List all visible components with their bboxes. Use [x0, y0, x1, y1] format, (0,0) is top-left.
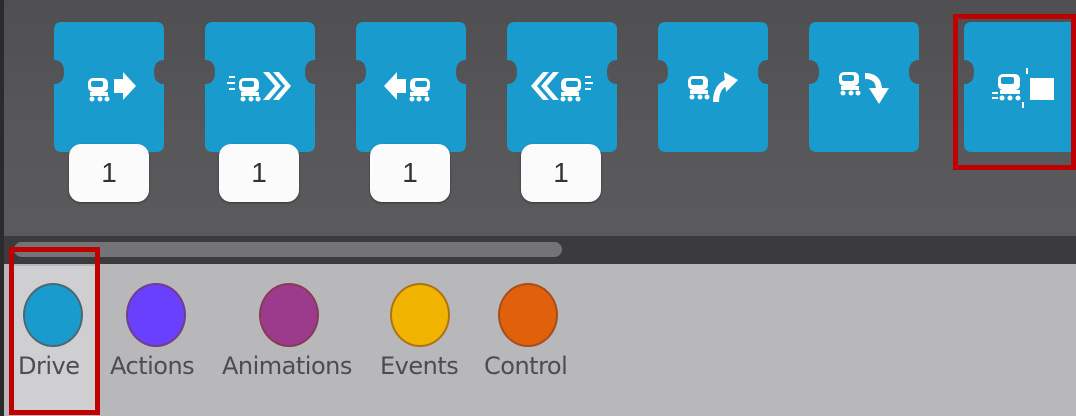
- drive-forward-icon: [88, 72, 136, 102]
- drive-backward-block[interactable]: [354, 22, 468, 152]
- category-events-label[interactable]: Events: [380, 352, 459, 380]
- drive-backward-fast-block[interactable]: [505, 22, 619, 152]
- category-control-label[interactable]: Control: [484, 352, 568, 380]
- bump-block-highlight: [953, 14, 1076, 170]
- actions-category-icon: [126, 283, 186, 347]
- control-category-icon: [498, 283, 558, 347]
- drive-backward-fast-distance-input[interactable]: 1: [521, 144, 601, 202]
- block-palette: 1 1 1 1: [4, 0, 1076, 236]
- palette-scrollbar[interactable]: [4, 236, 1076, 264]
- drive-forward-fast-distance-input[interactable]: 1: [219, 144, 299, 202]
- drive-forward-block[interactable]: [52, 22, 166, 152]
- drive-forward-fast-icon: [227, 72, 291, 102]
- animations-category-icon: [259, 283, 319, 347]
- drive-forward-distance-input[interactable]: 1: [69, 144, 149, 202]
- drive-backward-fast-icon: [531, 72, 593, 102]
- drive-category-highlight: [9, 247, 100, 415]
- events-category-icon: [390, 283, 450, 347]
- drive-forward-fast-block[interactable]: [203, 22, 317, 152]
- category-actions-label[interactable]: Actions: [110, 352, 195, 380]
- category-animations-label[interactable]: Animations: [222, 352, 352, 380]
- turn-left-icon: [688, 72, 738, 103]
- turn-right-block[interactable]: [807, 22, 921, 152]
- turn-right-icon: [839, 72, 889, 104]
- drive-backward-icon: [384, 72, 430, 102]
- block-editor: 1 1 1 1 Drive Actions Animations Events …: [0, 0, 1076, 416]
- turn-left-block[interactable]: [656, 22, 770, 152]
- drive-backward-distance-input[interactable]: 1: [370, 144, 450, 202]
